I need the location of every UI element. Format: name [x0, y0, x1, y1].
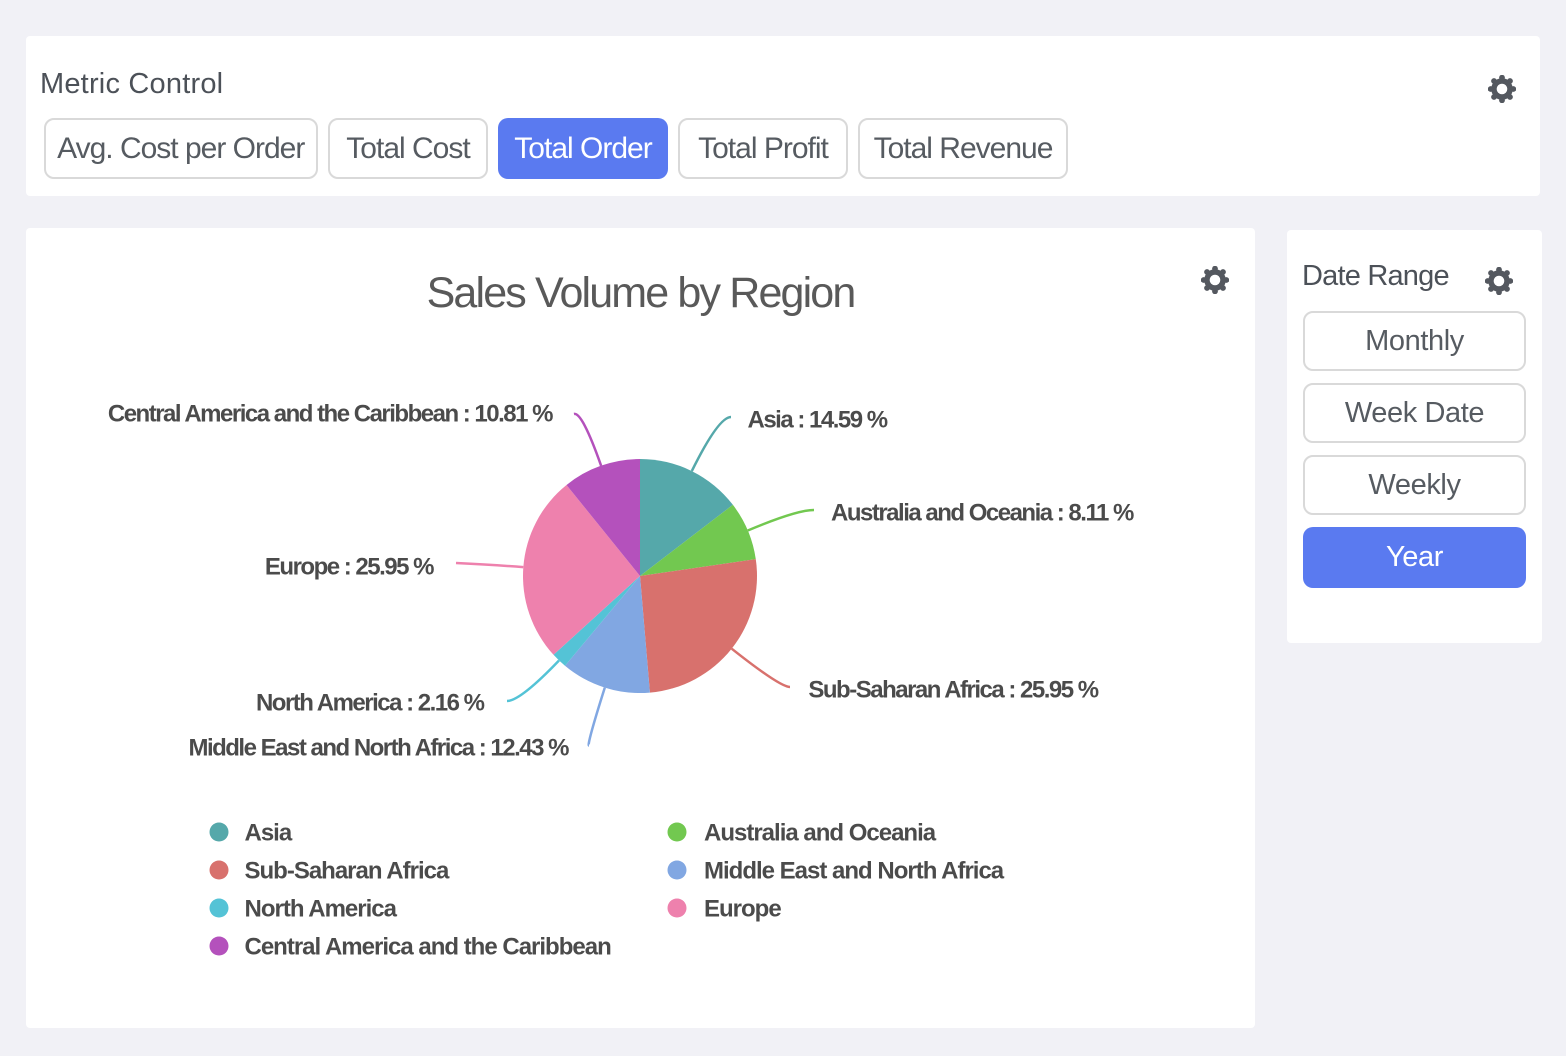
svg-text:Middle East and North Africa: Middle East and North Africa [704, 858, 1005, 885]
svg-text:Sub-Saharan Africa: Sub-Saharan Africa [245, 858, 450, 885]
svg-text:Asia : 14.59 %: Asia : 14.59 % [748, 407, 888, 434]
svg-text:Central America and the Caribb: Central America and the Caribbean : 10.8… [108, 401, 553, 428]
svg-text:North America : 2.16 %: North America : 2.16 % [256, 690, 485, 717]
svg-text:Europe : 25.95 %: Europe : 25.95 % [265, 554, 434, 581]
svg-text:Sub-Saharan Africa : 25.95 %: Sub-Saharan Africa : 25.95 % [808, 677, 1098, 704]
svg-text:Asia: Asia [245, 820, 293, 847]
svg-text:Europe: Europe [704, 896, 781, 923]
svg-text:Australia and Oceania : 8.11 %: Australia and Oceania : 8.11 % [831, 500, 1134, 527]
svg-text:North America: North America [245, 896, 398, 923]
svg-text:Central America and the Caribb: Central America and the Caribbean [245, 934, 612, 961]
svg-text:Middle East and North Africa :: Middle East and North Africa : 12.43 % [188, 735, 569, 762]
svg-text:Australia and Oceania: Australia and Oceania [704, 820, 937, 847]
